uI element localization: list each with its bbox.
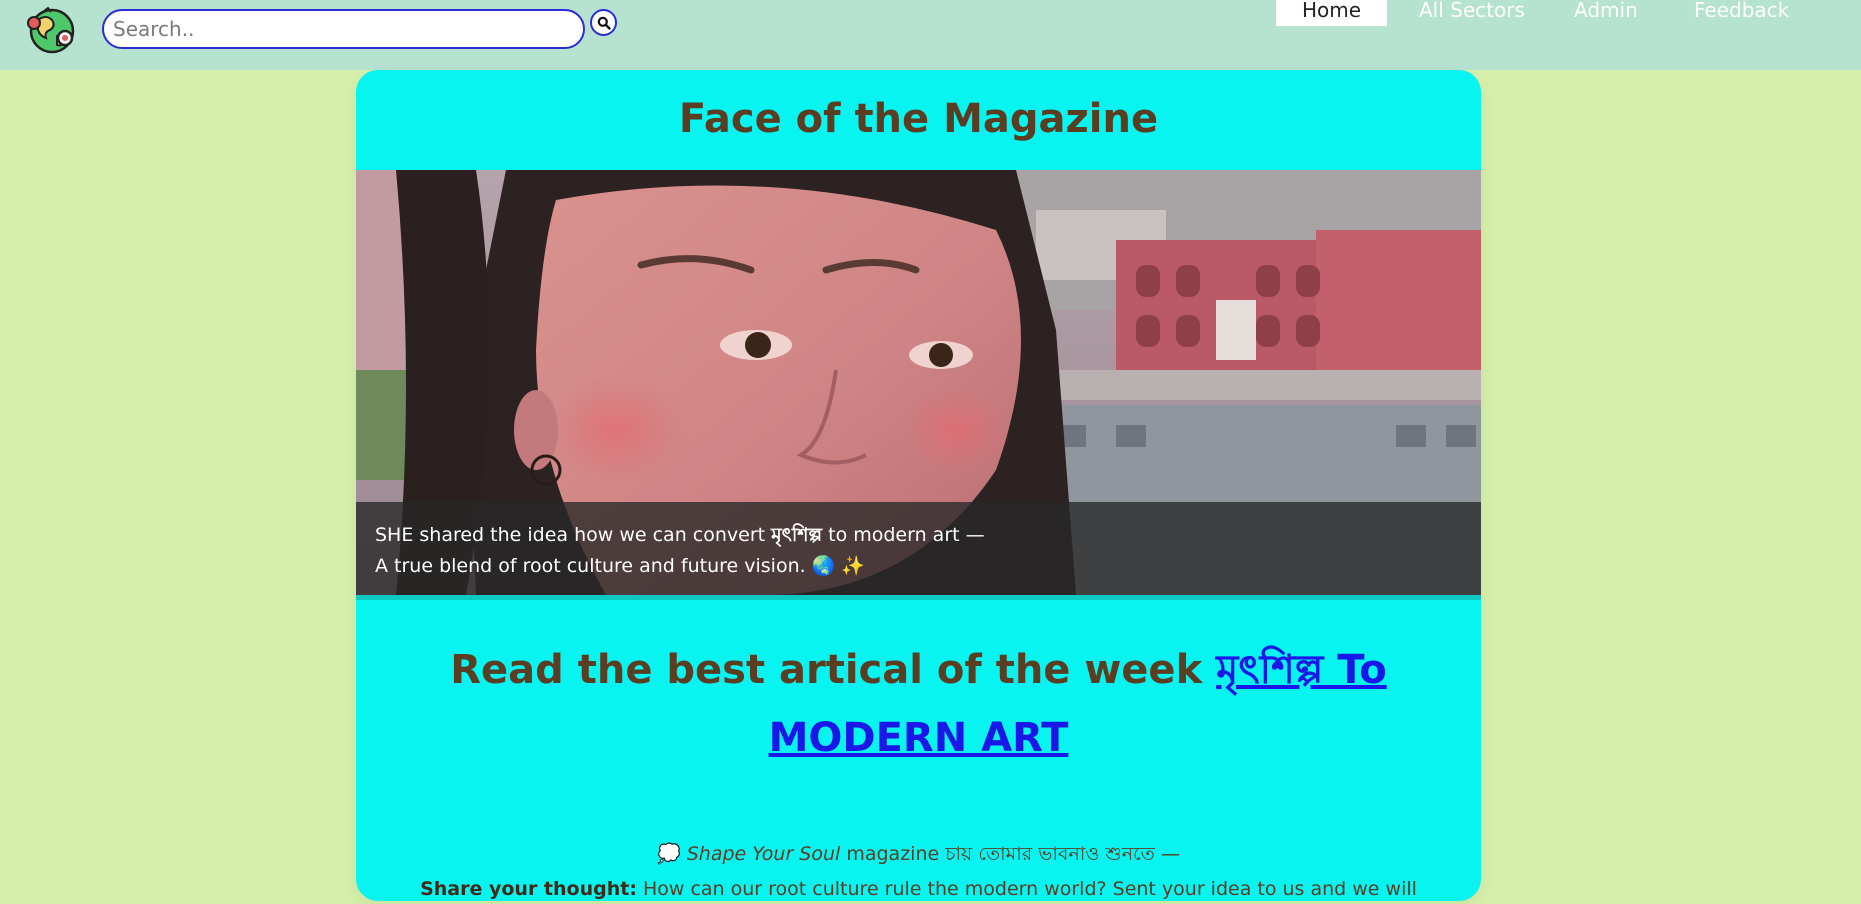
- nav-admin[interactable]: Admin: [1574, 0, 1638, 26]
- card-divider: [356, 595, 1481, 600]
- card-title: Face of the Magazine: [678, 96, 1159, 142]
- search-input[interactable]: [102, 9, 585, 49]
- nav-home[interactable]: Home: [1276, 0, 1388, 26]
- share-thought: Share your thought: How can our root cul…: [396, 872, 1441, 901]
- caption-bold-word: মৃৎশিল্প: [771, 524, 823, 546]
- share-text: How can our root culture rule the modern…: [642, 878, 1417, 900]
- share-label: Share your thought:: [420, 878, 637, 900]
- caption-line-2: A true blend of root culture and future …: [375, 555, 866, 577]
- feature-heading: Read the best artical of the week মৃৎশিল…: [396, 636, 1441, 772]
- nav-all-sectors[interactable]: All Sectors: [1419, 0, 1525, 26]
- tagline: 💭 Shape Your Soul magazine চায় তোমার ভা…: [356, 840, 1481, 872]
- thought-bubble-icon: 💭: [657, 843, 681, 865]
- magazine-name: Shape Your Soul: [686, 843, 841, 865]
- caption-line-1: SHE shared the idea how we can convert ম…: [375, 520, 1462, 551]
- hero-caption: SHE shared the idea how we can convert ম…: [356, 502, 1481, 595]
- search-button[interactable]: [590, 9, 617, 36]
- caption-suffix: to modern art —: [822, 524, 985, 546]
- caption-prefix: SHE shared the idea how we can convert: [375, 524, 772, 546]
- hero-image: SHE shared the idea how we can convert ম…: [356, 170, 1481, 595]
- featured-card: Face of the Magazine SHE shared the idea…: [356, 70, 1481, 901]
- nav-feedback[interactable]: Feedback: [1694, 0, 1789, 26]
- tagline-text: magazine চায় তোমার ভাবনাও শুনতে —: [840, 843, 1180, 865]
- globe-logo-icon[interactable]: [24, 6, 78, 54]
- search-icon: [597, 16, 611, 30]
- feature-heading-text: Read the best artical of the week: [450, 647, 1217, 693]
- top-navigation-bar: Home All Sectors Admin Feedback: [0, 0, 1861, 70]
